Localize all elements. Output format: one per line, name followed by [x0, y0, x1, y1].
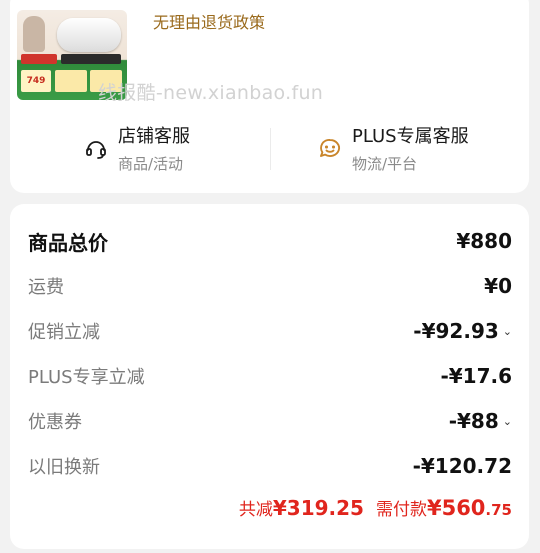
- price-breakdown-card: 商品总价 ¥880 运费 ¥0 促销立减 -¥92.93 ⌄ PLUS专享立减 -…: [10, 204, 529, 549]
- coupon-label: 优惠券: [28, 412, 82, 433]
- shipping-fee-value: ¥0: [484, 274, 512, 298]
- pay-amount-decimal: .75: [485, 501, 512, 519]
- pay-amount-label: 需付款: [375, 500, 427, 520]
- chevron-down-icon[interactable]: ⌄: [503, 325, 512, 338]
- thumb-price: 749: [21, 70, 51, 92]
- discount-total-label: 共减: [238, 500, 273, 520]
- coupon-value: -¥88: [448, 409, 499, 433]
- plus-service-sub: 物流/平台: [352, 155, 418, 173]
- plus-discount-label: PLUS专享立减: [28, 367, 145, 388]
- plus-discount-row: PLUS专享立减 -¥17.6: [28, 361, 512, 391]
- return-policy-text[interactable]: 无理由退货政策: [153, 9, 265, 33]
- discount-total-value: ¥319.25: [272, 496, 364, 520]
- plus-discount-value: -¥17.6: [440, 364, 512, 388]
- trade-in-value: -¥120.72: [412, 454, 512, 478]
- store-service-button[interactable]: 店铺客服 商品/活动: [83, 124, 190, 178]
- coupon-amount: -¥88 ⌄: [449, 409, 512, 433]
- trade-in-row: 以旧换新 -¥120.72: [28, 451, 512, 481]
- total-price-value: ¥880: [456, 229, 512, 253]
- thumb-red-tag: [21, 54, 57, 64]
- headset-icon: [83, 136, 109, 162]
- shipping-fee-row: 运费 ¥0: [28, 271, 512, 301]
- pay-amount-integer: ¥560: [426, 496, 486, 520]
- promo-discount-amount: -¥92.93 ⌄: [413, 319, 512, 343]
- watermark: 线报酷-new.xianbao.fun: [98, 82, 324, 104]
- thumb-dark-tag: [61, 54, 121, 64]
- thumb-badge: [55, 70, 87, 92]
- payment-summary: 共减 ¥319.25 需付款 ¥560 .75: [239, 495, 512, 520]
- service-divider: [270, 128, 271, 170]
- thumb-water-heater: [57, 18, 121, 52]
- shipping-fee-label: 运费: [28, 277, 64, 298]
- plus-service-button[interactable]: PLUS专属客服 物流/平台: [317, 124, 469, 178]
- store-service-sub: 商品/活动: [118, 155, 184, 173]
- store-service-title: 店铺客服: [118, 126, 190, 147]
- plus-service-title: PLUS专属客服: [352, 126, 469, 147]
- coupon-row[interactable]: 优惠券 -¥88 ⌄: [28, 406, 512, 436]
- promo-discount-label: 促销立减: [28, 322, 100, 343]
- trade-in-label: 以旧换新: [28, 457, 100, 478]
- smile-chat-icon: [317, 136, 343, 162]
- thumb-model-figure: [23, 16, 45, 52]
- chevron-down-icon[interactable]: ⌄: [503, 415, 512, 428]
- total-price-row: 商品总价 ¥880: [28, 226, 512, 256]
- total-price-label: 商品总价: [28, 230, 108, 255]
- promo-discount-row[interactable]: 促销立减 -¥92.93 ⌄: [28, 316, 512, 346]
- promo-discount-value: -¥92.93: [413, 319, 499, 343]
